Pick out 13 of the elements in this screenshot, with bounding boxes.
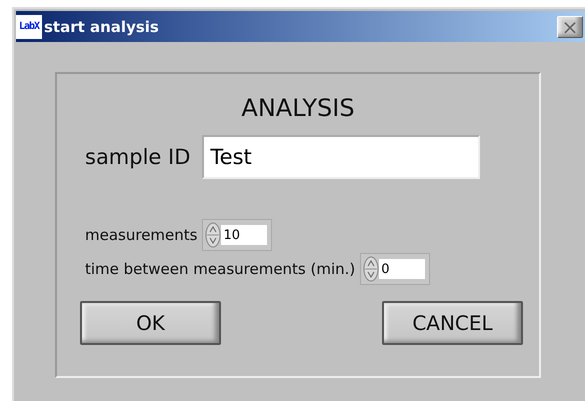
field-label: sample ID [85, 145, 190, 169]
cancel-button[interactable]: CANCEL [382, 301, 523, 345]
numeric-field[interactable]: 10 [202, 219, 272, 251]
spinner-icon[interactable] [205, 222, 222, 248]
ok-button[interactable]: OK [80, 301, 221, 345]
app-logo: LabX [16, 14, 42, 38]
field-label: measurements [85, 226, 198, 244]
numeric-field[interactable]: 0 [360, 253, 430, 285]
spinner-icon[interactable] [363, 256, 380, 282]
sample-id-field[interactable]: Test [202, 135, 480, 179]
window-title: start analysis [44, 18, 160, 36]
field-label: time between measurements (min.) [85, 260, 356, 278]
heading: ANALYSIS [240, 94, 356, 122]
